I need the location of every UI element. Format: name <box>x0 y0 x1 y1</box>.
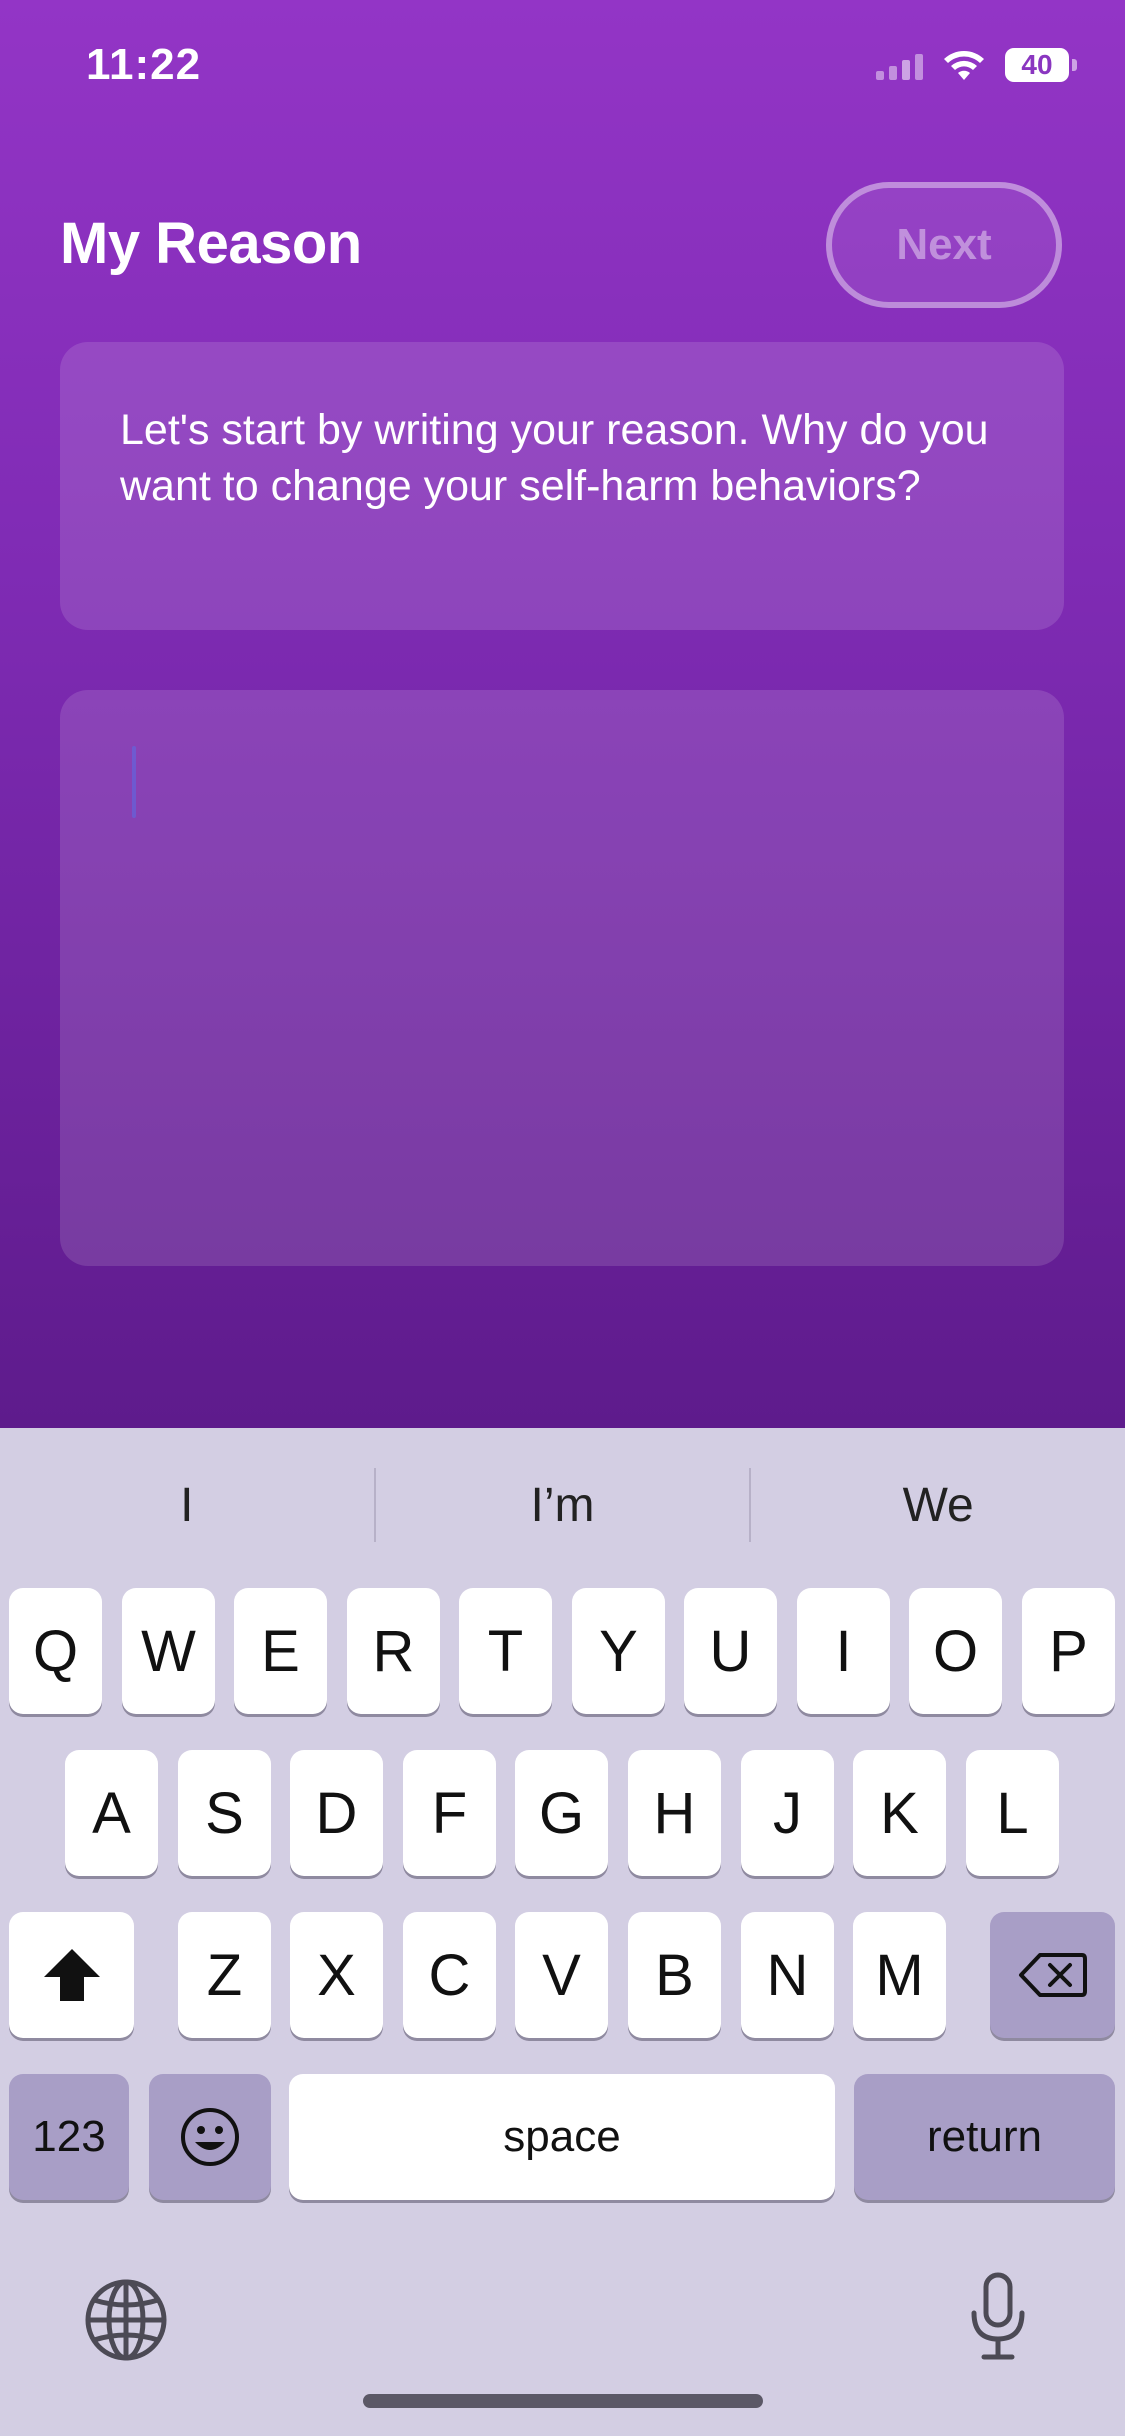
home-indicator[interactable] <box>363 2394 763 2408</box>
suggestion-item[interactable]: I’m <box>376 1478 750 1533</box>
microphone-icon[interactable] <box>968 2271 1028 2368</box>
prompt-text: Let's start by writing your reason. Why … <box>120 406 989 510</box>
key-z[interactable]: Z <box>178 1912 271 2038</box>
return-key[interactable]: return <box>854 2074 1115 2200</box>
key-d[interactable]: D <box>290 1750 383 1876</box>
key-n[interactable]: N <box>741 1912 834 2038</box>
delete-icon <box>1018 1953 1087 1997</box>
battery-level: 40 <box>1005 48 1069 82</box>
suggestion-item[interactable]: We <box>751 1478 1125 1533</box>
key-e[interactable]: E <box>234 1588 327 1714</box>
key-w[interactable]: W <box>122 1588 215 1714</box>
prompt-card: Let's start by writing your reason. Why … <box>60 342 1064 630</box>
next-button[interactable]: Next <box>826 182 1062 308</box>
key-v[interactable]: V <box>515 1912 608 2038</box>
key-s[interactable]: S <box>178 1750 271 1876</box>
key-o[interactable]: O <box>909 1588 1002 1714</box>
key-q[interactable]: Q <box>9 1588 102 1714</box>
shift-icon <box>43 1949 100 2001</box>
key-t[interactable]: T <box>459 1588 552 1714</box>
status-time: 11:22 <box>86 40 202 89</box>
reason-text-input[interactable] <box>60 690 1064 1266</box>
cellular-signal-icon <box>876 50 923 80</box>
keyboard: I I’m We Q W E R T Y U I O P A S D F G H… <box>0 1428 1125 2436</box>
space-key[interactable]: space <box>289 2074 835 2200</box>
key-y[interactable]: Y <box>572 1588 665 1714</box>
status-icons: 40 <box>876 48 1077 82</box>
key-a[interactable]: A <box>65 1750 158 1876</box>
key-u[interactable]: U <box>684 1588 777 1714</box>
app-screen: 11:22 40 My Reason Next Let's start by w… <box>0 0 1125 1428</box>
key-i[interactable]: I <box>797 1588 890 1714</box>
globe-icon[interactable] <box>84 2278 168 2367</box>
key-p[interactable]: P <box>1022 1588 1115 1714</box>
wifi-icon <box>941 48 987 82</box>
numbers-key[interactable]: 123 <box>9 2074 129 2200</box>
emoji-key[interactable] <box>149 2074 271 2200</box>
key-j[interactable]: J <box>741 1750 834 1876</box>
key-r[interactable]: R <box>347 1588 440 1714</box>
key-m[interactable]: M <box>853 1912 946 2038</box>
key-h[interactable]: H <box>628 1750 721 1876</box>
battery-icon: 40 <box>1005 48 1077 82</box>
key-b[interactable]: B <box>628 1912 721 2038</box>
page-title: My Reason <box>60 211 362 276</box>
suggestion-item[interactable]: I <box>0 1478 374 1533</box>
key-c[interactable]: C <box>403 1912 496 2038</box>
key-g[interactable]: G <box>515 1750 608 1876</box>
key-l[interactable]: L <box>966 1750 1059 1876</box>
key-x[interactable]: X <box>290 1912 383 2038</box>
suggestion-bar: I I’m We <box>0 1428 1125 1582</box>
shift-key[interactable] <box>9 1912 134 2038</box>
key-f[interactable]: F <box>403 1750 496 1876</box>
delete-key[interactable] <box>990 1912 1115 2038</box>
text-cursor <box>132 746 136 818</box>
key-k[interactable]: K <box>853 1750 946 1876</box>
emoji-icon <box>181 2108 239 2166</box>
